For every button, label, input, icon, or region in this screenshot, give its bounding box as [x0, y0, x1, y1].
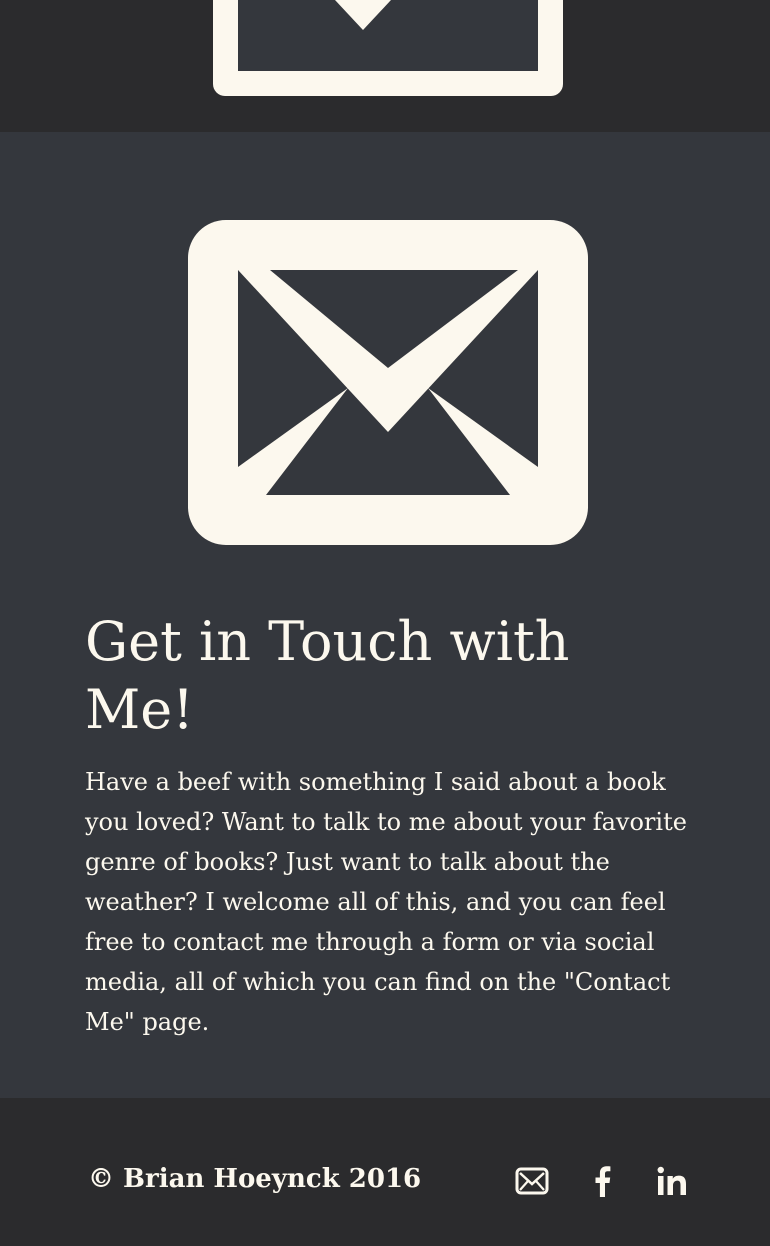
envelope-icon-partial — [213, 0, 563, 96]
linkedin-link[interactable] — [654, 1164, 690, 1198]
copyright-text: © Brian Hoeynck 2016 — [88, 1164, 422, 1194]
mail-icon — [515, 1167, 549, 1195]
envelope-icon — [188, 220, 588, 545]
contact-title: Get in Touch with Me! — [85, 610, 570, 741]
top-band — [0, 0, 770, 132]
footer: © Brian Hoeynck 2016 — [0, 1098, 770, 1246]
contact-description: Have a beef with something I said about … — [85, 768, 687, 1036]
facebook-icon — [595, 1166, 611, 1197]
facebook-link[interactable] — [588, 1164, 616, 1198]
linkedin-icon — [657, 1166, 686, 1195]
contact-section: Get in Touch with Me! Have a beef with s… — [0, 132, 770, 1098]
mail-link[interactable] — [512, 1164, 552, 1198]
